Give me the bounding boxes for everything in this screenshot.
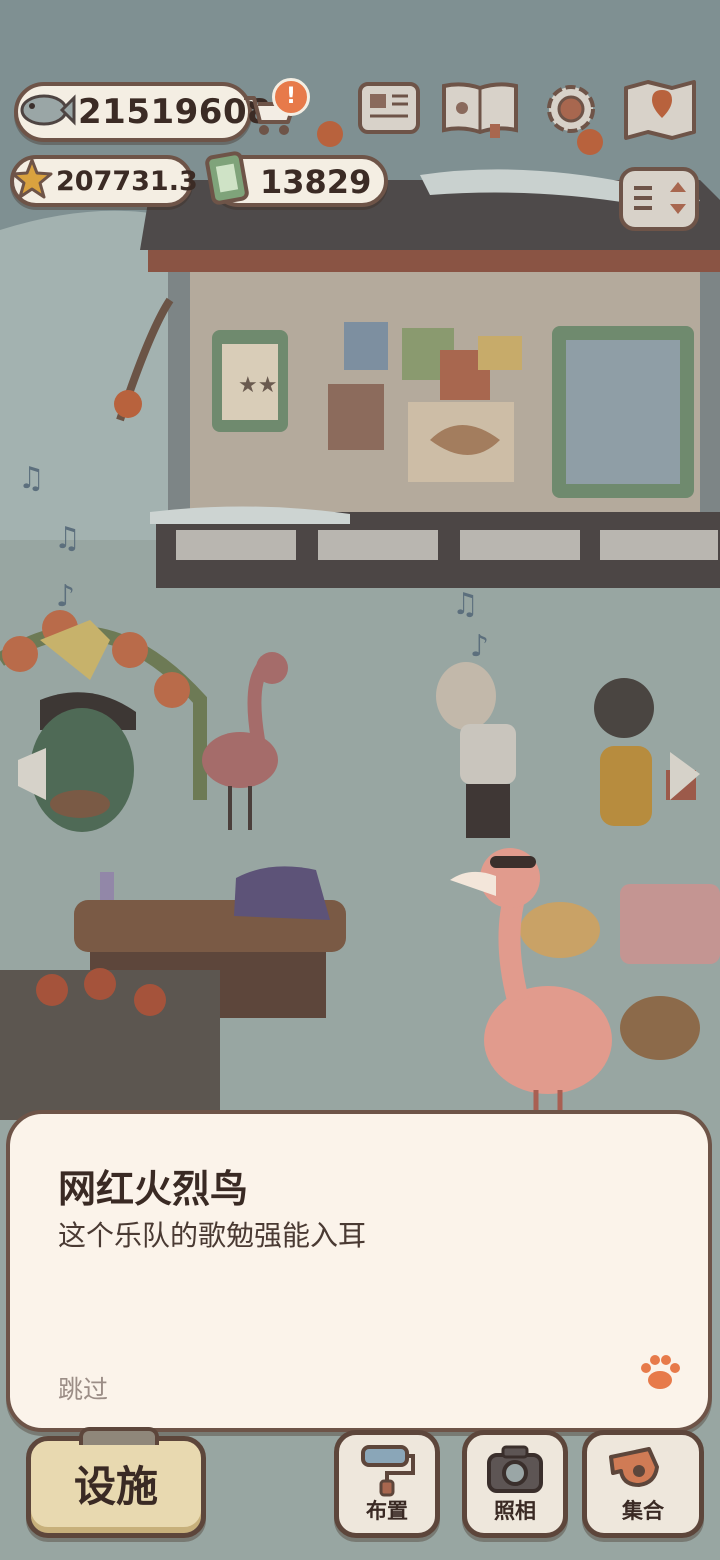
gather-button[interactable]: 集合 [582, 1430, 704, 1538]
layout-button[interactable]: 布置 [334, 1430, 440, 1538]
svg-text:♫: ♫ [54, 521, 81, 556]
paw-icon[interactable] [638, 1352, 682, 1392]
speaker-name: 网红火烈鸟 [58, 1167, 249, 1211]
fish-icon [20, 94, 76, 126]
dialog-box[interactable]: 网红火烈鸟 这个乐队的歌勉强能入耳 跳过 [6, 1110, 712, 1432]
svg-text:♪: ♪ [56, 579, 75, 614]
scroll-arrows-icon [619, 167, 699, 231]
ticket-icon [205, 151, 249, 205]
star-currency: 207731.3 [10, 155, 198, 207]
album-icon [442, 82, 518, 138]
skip-button[interactable]: 跳过 [58, 1370, 108, 1406]
whistle-icon [609, 1447, 659, 1487]
rose-hedge [0, 968, 220, 1120]
gather-label: 集合 [622, 1499, 664, 1523]
fish-currency: 21519608 [14, 82, 271, 142]
svg-text:♫: ♫ [18, 461, 45, 496]
album-button[interactable] [440, 78, 520, 140]
star-icon [11, 158, 53, 199]
layout-label: 布置 [366, 1499, 408, 1523]
notice-badge: ! [272, 78, 310, 116]
svg-text:★★: ★★ [238, 373, 277, 398]
dialog-text: 这个乐队的歌勉强能入耳 [58, 1219, 367, 1252]
photo-button[interactable]: 照相 [462, 1430, 568, 1538]
shop-house: ★★ [140, 169, 720, 588]
svg-text:♪: ♪ [470, 629, 489, 664]
map-button[interactable] [622, 78, 698, 140]
map-icon [624, 80, 696, 140]
settings-button[interactable] [538, 78, 604, 140]
star-count: 207731.3 [56, 166, 198, 197]
ticket-count: 13829 [260, 163, 372, 201]
newspaper-icon [358, 82, 420, 134]
gear-icon [547, 85, 595, 133]
facility-tab [79, 1427, 159, 1445]
ticket-currency: 13829 [205, 151, 388, 207]
facility-button[interactable]: 设施 [26, 1427, 206, 1538]
facility-label: 设施 [73, 1462, 158, 1511]
roller-icon [361, 1445, 415, 1497]
photo-label: 照相 [494, 1499, 536, 1523]
scroll-toggle-button[interactable] [618, 166, 700, 232]
svg-text:♫: ♫ [452, 587, 479, 622]
newspaper-button[interactable] [356, 78, 422, 140]
camera-icon [487, 1445, 543, 1493]
